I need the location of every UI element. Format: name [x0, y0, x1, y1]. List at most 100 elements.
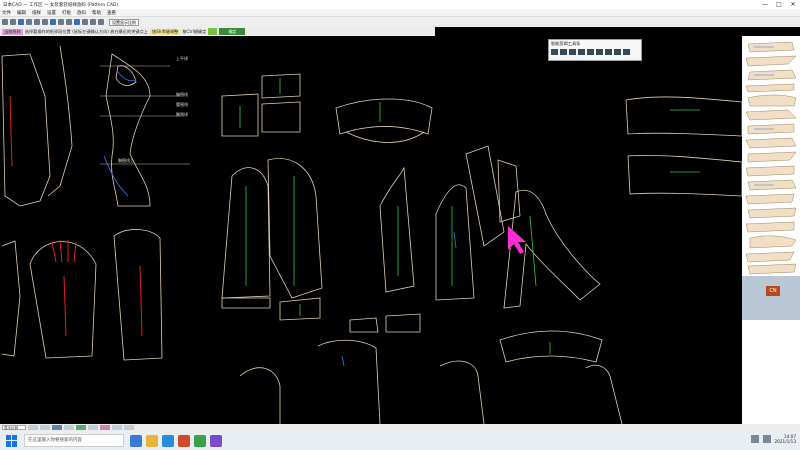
menu-draft[interactable]: 打板: [62, 10, 71, 16]
fit-view-icon[interactable]: [66, 19, 72, 25]
zoom-in-icon[interactable]: [50, 19, 56, 25]
menu-view[interactable]: 查看: [107, 10, 116, 16]
redo-icon[interactable]: [42, 19, 48, 25]
instruction-text: 选择要操作的纸样段位置 (鼠标左键确认方向) 放在最近的关键点上: [24, 28, 148, 34]
tool-icon[interactable]: [623, 49, 630, 55]
tool-icon[interactable]: [578, 49, 585, 55]
print-icon[interactable]: [26, 19, 32, 25]
tool-icon[interactable]: [560, 49, 567, 55]
layer-icon[interactable]: [90, 19, 96, 25]
cn-icon[interactable]: CN: [766, 286, 780, 296]
app-icon[interactable]: [210, 434, 222, 447]
pattern-pieces: 上平线 胸围线 腰围线 臀围线 胸围线上: [1, 45, 742, 424]
task-view-icon[interactable]: [130, 434, 142, 447]
tool-icon[interactable]: [587, 49, 594, 55]
menu-settings[interactable]: 设置: [47, 10, 56, 16]
thumbnail: [749, 235, 797, 249]
smart-edit-toolbar: 智能剪辑工具条: [548, 39, 642, 61]
volume-icon[interactable]: [762, 435, 771, 443]
pattern-piece: [385, 313, 421, 333]
canvas-label: 胸围线: [176, 91, 188, 97]
smart-edit-title: 智能剪辑工具条: [551, 41, 581, 46]
start-icon[interactable]: [6, 434, 18, 447]
pattern-piece: [379, 166, 415, 293]
marker-line: [139, 265, 143, 337]
canvas-label: 臀围线: [176, 111, 188, 117]
file-explorer-icon[interactable]: [146, 434, 158, 447]
pattern-piece: [261, 101, 301, 133]
thumbnail: [747, 94, 797, 107]
tool-icon[interactable]: [551, 49, 558, 55]
menu-file[interactable]: 文件: [2, 10, 11, 16]
menu-grade[interactable]: 放码: [77, 10, 86, 16]
measure-icon[interactable]: [74, 19, 80, 25]
window-title: 日本CAD — 工作区 — 女装套装纸样放码 (Pattern CAD): [3, 2, 119, 8]
pattern-piece: [47, 45, 73, 197]
pattern-piece: [29, 241, 97, 359]
thumbnail: [745, 137, 797, 149]
menu-bar: 文件 编辑 纸样 设置 打板 放码 帮助 查看: [0, 9, 800, 17]
browser-icon[interactable]: [162, 434, 174, 447]
clock[interactable]: 14:07 2021/1/13: [775, 434, 796, 444]
status-tab[interactable]: [88, 425, 98, 430]
status-tab[interactable]: [112, 425, 122, 430]
zoom-select[interactable]: 设置显示比例: [109, 18, 139, 26]
app-icon[interactable]: [178, 434, 190, 447]
close-button[interactable]: ✕: [786, 0, 800, 9]
option-toggle[interactable]: [208, 28, 218, 35]
pen-icon[interactable]: [98, 19, 104, 25]
tool-icon[interactable]: [614, 49, 621, 55]
new-file-icon[interactable]: [2, 19, 8, 25]
status-tab[interactable]: [28, 425, 38, 430]
thumbnail: [745, 55, 797, 67]
grid-icon[interactable]: [82, 19, 88, 25]
pattern-piece: [625, 96, 742, 137]
status-tab[interactable]: [40, 425, 50, 430]
zoom-out-icon[interactable]: [58, 19, 64, 25]
marker-line: [63, 275, 67, 337]
app-icon[interactable]: [194, 434, 206, 447]
status-tab[interactable]: [100, 425, 110, 430]
menu-help[interactable]: 帮助: [92, 10, 101, 16]
taskbar-search[interactable]: 在这里输入你要搜索的内容: [24, 434, 124, 447]
pattern-toolbar: 当前纸样 选择要操作的纸样段位置 (鼠标左键确认方向) 放在最近的关键点上 按S…: [0, 27, 435, 36]
pattern-piece: [105, 53, 151, 207]
pattern-piece: [439, 360, 485, 424]
pattern-piece: [627, 155, 742, 197]
clock-date: 2021/1/13: [774, 439, 796, 444]
pattern-piece: [497, 159, 521, 223]
pattern-piece: [1, 240, 21, 357]
status-tab[interactable]: [52, 425, 62, 430]
thumbnail: [745, 83, 795, 93]
open-file-icon[interactable]: [10, 19, 16, 25]
thumbnail: [747, 207, 797, 219]
thumbnail: [745, 109, 797, 121]
current-pattern-label[interactable]: 当前纸样: [2, 28, 23, 35]
network-icon[interactable]: [750, 435, 759, 443]
panel-blank-area: [742, 320, 800, 424]
status-tab[interactable]: [64, 425, 74, 430]
undo-icon[interactable]: [34, 19, 40, 25]
system-tray: 14:07 2021/1/13: [750, 434, 796, 444]
maximize-button[interactable]: □: [772, 0, 786, 9]
save-icon[interactable]: [18, 19, 24, 25]
pattern-piece: [585, 364, 623, 424]
armhole-curve: [117, 71, 137, 82]
drawing-canvas[interactable]: 上平线 胸围线 腰围线 臀围线 胸围线上: [0, 36, 742, 424]
tool-icon[interactable]: [569, 49, 576, 55]
thumbnail-list[interactable]: [744, 40, 798, 276]
canvas-label: 上平线: [176, 55, 188, 61]
scale-input[interactable]: 显示比例: [2, 425, 26, 430]
main-toolbar: 设置显示比例: [0, 17, 800, 27]
status-tab[interactable]: [76, 425, 86, 430]
menu-edit[interactable]: 编辑: [17, 10, 26, 16]
status-tab[interactable]: [124, 425, 134, 430]
tool-icon[interactable]: [605, 49, 612, 55]
tool-icon[interactable]: [596, 49, 603, 55]
shift-hint: 按Shift键调整: [149, 28, 181, 35]
menu-pattern[interactable]: 纸样: [32, 10, 41, 16]
confirm-button[interactable]: 确定: [219, 28, 246, 35]
thumbnail: [745, 193, 795, 205]
piece-thumbnail-panel: CN: [742, 36, 800, 424]
minimize-button[interactable]: —: [758, 0, 772, 9]
